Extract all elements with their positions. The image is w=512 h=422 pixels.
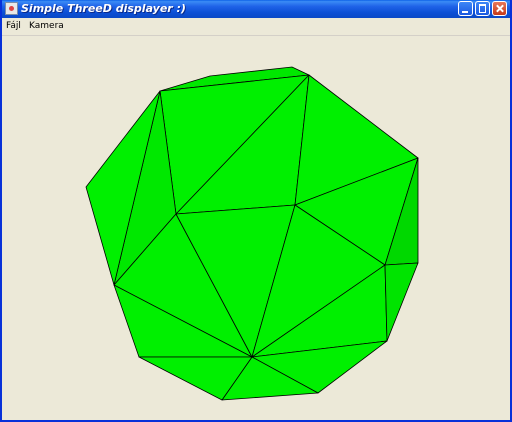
menu-bar: Fájl Kamera: [2, 18, 510, 36]
window-title: Simple ThreeD displayer :): [21, 2, 186, 15]
render-canvas[interactable]: [2, 36, 510, 420]
menu-file[interactable]: Fájl: [6, 21, 21, 32]
polyhedron-render[interactable]: [2, 36, 510, 420]
title-bar[interactable]: Simple ThreeD displayer :): [2, 0, 510, 18]
menu-camera[interactable]: Kamera: [29, 21, 64, 32]
app-window: Simple ThreeD displayer :) Fájl Kamera: [0, 0, 512, 422]
polyhedron-faces: [85, 66, 419, 401]
polyhedron-face: [384, 262, 419, 342]
minimize-button[interactable]: [458, 1, 473, 16]
close-button[interactable]: [492, 1, 507, 16]
java-app-icon[interactable]: [5, 2, 18, 15]
maximize-button[interactable]: [475, 1, 490, 16]
